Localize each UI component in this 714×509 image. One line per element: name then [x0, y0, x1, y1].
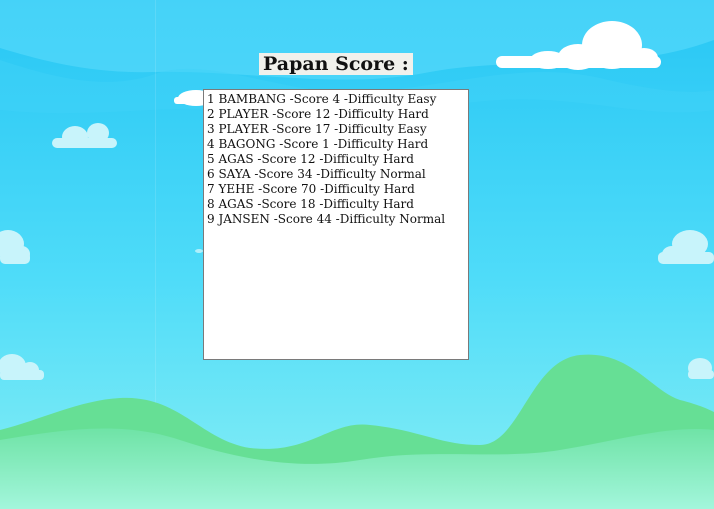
score-entry: 7 YEHE -Score 70 -Difficulty Hard	[207, 182, 415, 196]
page-title: Papan Score :	[259, 53, 413, 75]
score-entry: 8 AGAS -Score 18 -Difficulty Hard	[207, 197, 414, 211]
score-entry: 1 BAMBANG -Score 4 -Difficulty Easy	[207, 92, 437, 106]
score-entry: 2 PLAYER -Score 12 -Difficulty Hard	[207, 107, 429, 121]
score-entry: 6 SAYA -Score 34 -Difficulty Normal	[207, 167, 426, 181]
score-entry: 4 BAGONG -Score 1 -Difficulty Hard	[207, 137, 429, 151]
score-entry: 5 AGAS -Score 12 -Difficulty Hard	[207, 152, 414, 166]
cloud-tiny	[195, 249, 203, 253]
score-entry: 9 JANSEN -Score 44 -Difficulty Normal	[207, 212, 446, 226]
score-entry: 3 PLAYER -Score 17 -Difficulty Easy	[207, 122, 427, 136]
scoreboard-list[interactable]: 1 BAMBANG -Score 4 -Difficulty Easy 2 PL…	[203, 89, 469, 360]
